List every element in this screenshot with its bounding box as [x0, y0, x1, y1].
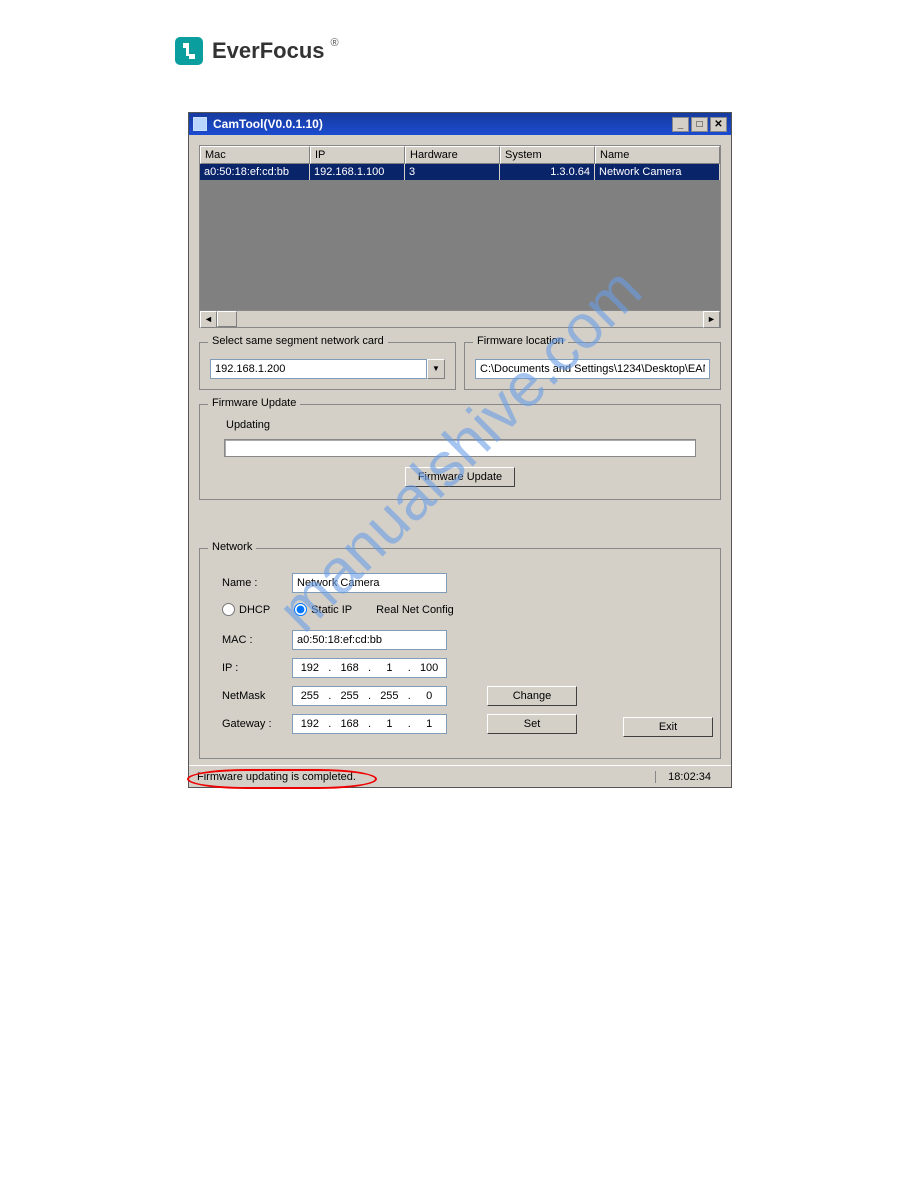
label-name: Name : — [222, 577, 292, 589]
app-icon — [193, 117, 207, 131]
brand-icon — [172, 34, 206, 68]
realnet-label: Real Net Config — [376, 604, 454, 616]
col-name[interactable]: Name — [595, 146, 720, 164]
set-button[interactable]: Set — [487, 714, 577, 734]
label-gateway: Gateway : — [222, 718, 292, 730]
status-bar: Firmware updating is completed. 18:02:34 — [189, 765, 731, 787]
brand-name: EverFocus — [212, 38, 325, 64]
name-input[interactable] — [292, 573, 447, 593]
status-message: Firmware updating is completed. — [197, 771, 655, 783]
app-window: CamTool(V0.0.1.10) _ □ ✕ Mac IP Hardware… — [188, 112, 732, 788]
label-netmask: NetMask — [222, 690, 292, 702]
scroll-left-icon[interactable]: ◄ — [200, 311, 217, 328]
table-row[interactable]: a0:50:18:ef:cd:bb 192.168.1.100 3 1.3.0.… — [200, 164, 720, 180]
static-radio[interactable]: Static IP — [294, 603, 352, 616]
col-system[interactable]: System — [500, 146, 595, 164]
window-title: CamTool(V0.0.1.10) — [213, 117, 323, 131]
change-button[interactable]: Change — [487, 686, 577, 706]
scroll-thumb[interactable] — [217, 311, 237, 327]
progress-bar — [224, 439, 696, 457]
status-time: 18:02:34 — [655, 771, 723, 783]
network-card-combo[interactable]: ▼ — [210, 359, 445, 379]
cell-name: Network Camera — [595, 164, 720, 180]
close-button[interactable]: ✕ — [710, 117, 727, 132]
gateway-input[interactable]: 192. 168. 1. 1 — [292, 714, 447, 734]
dhcp-radio[interactable]: DHCP — [222, 603, 270, 616]
device-table: Mac IP Hardware System Name a0:50:18:ef:… — [199, 145, 721, 328]
brand-registered: ® — [331, 37, 339, 49]
cell-sys: 1.3.0.64 — [500, 164, 595, 180]
firmware-status: Updating — [226, 419, 708, 431]
cell-ip: 192.168.1.100 — [310, 164, 405, 180]
scroll-right-icon[interactable]: ► — [703, 311, 720, 328]
mac-input[interactable] — [292, 630, 447, 650]
horizontal-scrollbar[interactable]: ◄ ► — [200, 310, 720, 327]
brand-logo-area: EverFocus ® — [172, 34, 918, 68]
exit-button[interactable]: Exit — [623, 717, 713, 737]
col-mac[interactable]: Mac — [200, 146, 310, 164]
cell-hw: 3 — [405, 164, 500, 180]
network-card-value[interactable] — [210, 359, 427, 379]
col-ip[interactable]: IP — [310, 146, 405, 164]
chevron-down-icon[interactable]: ▼ — [427, 359, 445, 379]
col-hardware[interactable]: Hardware — [405, 146, 500, 164]
label-ip: IP : — [222, 662, 292, 674]
maximize-button[interactable]: □ — [691, 117, 708, 132]
firmware-update-group: Updating Firmware Update — [199, 404, 721, 500]
ip-input[interactable]: 192. 168. 1. 100 — [292, 658, 447, 678]
firmware-location-group — [464, 342, 721, 390]
firmware-update-button[interactable]: Firmware Update — [405, 467, 515, 487]
titlebar[interactable]: CamTool(V0.0.1.10) _ □ ✕ — [189, 113, 731, 135]
label-mac: MAC : — [222, 634, 292, 646]
segment-group: ▼ — [199, 342, 456, 390]
netmask-input[interactable]: 255. 255. 255. 0 — [292, 686, 447, 706]
cell-mac: a0:50:18:ef:cd:bb — [200, 164, 310, 180]
minimize-button[interactable]: _ — [672, 117, 689, 132]
firmware-path-input[interactable] — [475, 359, 710, 379]
